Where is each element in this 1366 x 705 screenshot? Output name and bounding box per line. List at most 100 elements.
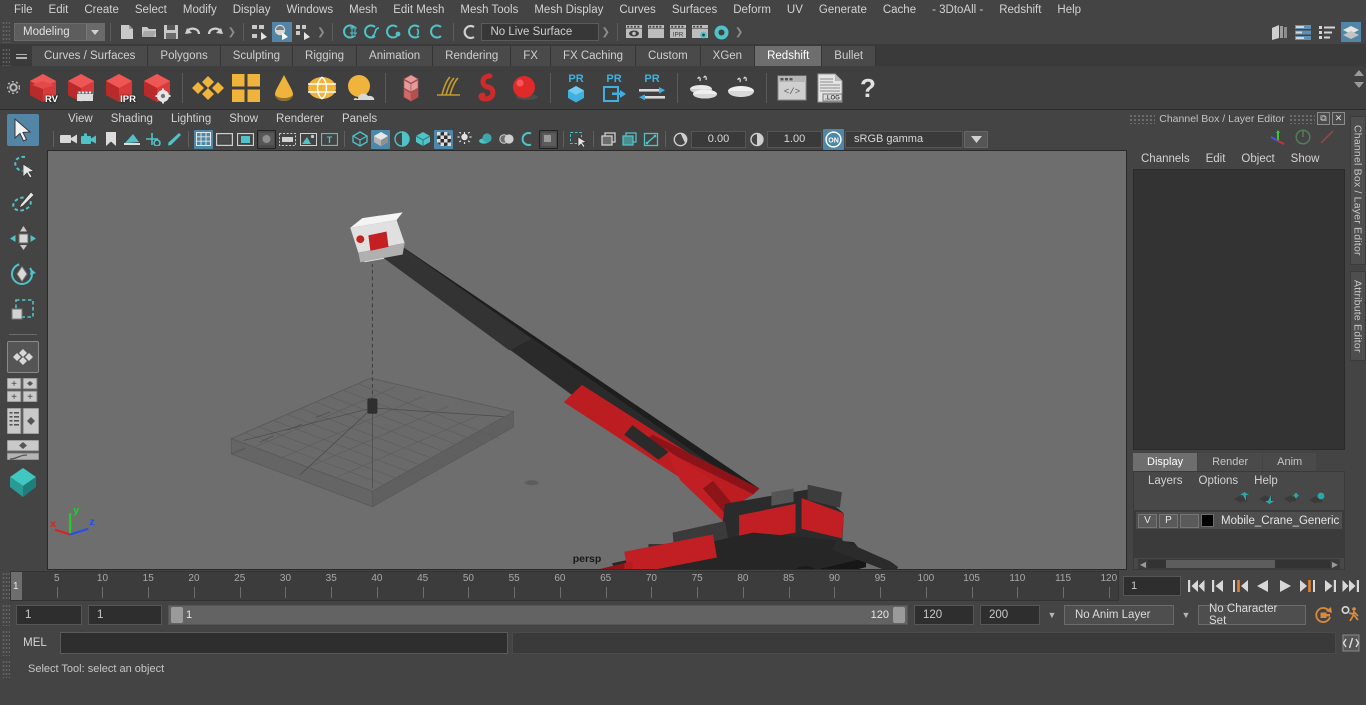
undock-icon[interactable]: ⧉ <box>1317 112 1330 125</box>
depth-of-field-icon[interactable] <box>539 129 558 149</box>
select-camera-icon[interactable] <box>59 130 78 149</box>
script-editor-icon[interactable] <box>1340 632 1362 654</box>
menu-item-mesh-tools[interactable]: Mesh Tools <box>452 0 526 20</box>
shelf-button-redshift-proxy[interactable] <box>189 68 227 108</box>
range-start-time-field[interactable]: 1 <box>88 605 162 625</box>
layer-color-swatch[interactable] <box>1201 514 1214 527</box>
two-d-pan-zoom-icon[interactable] <box>143 130 162 149</box>
shelf-button-redshift-volume[interactable] <box>392 68 430 108</box>
shelf-button-redshift-sky[interactable] <box>341 68 379 108</box>
xray-toggle-icon[interactable] <box>599 130 618 149</box>
viewport-menu-show[interactable]: Show <box>220 110 267 128</box>
help-line-grip[interactable] <box>2 660 10 678</box>
shelf-menu-icon[interactable] <box>10 46 32 66</box>
resolution-gate-icon[interactable] <box>236 130 255 149</box>
gamma-icon[interactable] <box>747 130 766 149</box>
select-by-component-type-icon[interactable] <box>294 22 314 42</box>
shelf-button-redshift-bake-set[interactable] <box>684 68 722 108</box>
layer-name[interactable]: Mobile_Crane_Generic <box>1216 515 1339 527</box>
channel-box-menu-edit[interactable]: Edit <box>1198 153 1234 165</box>
shelf-tab-polygons[interactable]: Polygons <box>148 46 221 66</box>
command-input-field[interactable] <box>60 632 508 654</box>
xray-text-icon[interactable]: T <box>320 130 339 149</box>
transform-axis-icon[interactable] <box>1269 129 1287 148</box>
tab-display-layers[interactable]: Display <box>1133 453 1198 471</box>
shelf-tab-rigging[interactable]: Rigging <box>293 46 358 66</box>
layer-horizontal-scrollbar[interactable]: ◀ ▶ <box>1138 559 1340 569</box>
command-output-field[interactable] <box>512 632 1336 654</box>
vertical-tab-attribute-editor[interactable]: Attribute Editor <box>1349 270 1366 362</box>
play-forwards-button[interactable] <box>1275 577 1294 596</box>
anim-layer-dropdown-icon[interactable]: ▼ <box>1046 610 1058 620</box>
scroll-left-icon[interactable]: ◀ <box>1138 560 1148 569</box>
layer-shading-toggle[interactable] <box>1180 513 1199 528</box>
render-settings-icon[interactable] <box>690 22 710 42</box>
shelf-options-gear-icon[interactable] <box>2 67 24 109</box>
smooth-shade-all-icon[interactable] <box>371 129 390 149</box>
shelf-tab-custom[interactable]: Custom <box>636 46 701 66</box>
snap-to-projected-center-icon[interactable] <box>405 22 425 42</box>
image-gate-icon[interactable] <box>299 130 318 149</box>
sidebar-toggle-icon[interactable] <box>1269 22 1289 42</box>
layout-persp-graph-button[interactable] <box>6 439 39 461</box>
channel-box-toggle-icon[interactable] <box>1317 22 1337 42</box>
menu-item-file[interactable]: File <box>6 0 41 20</box>
color-space-field[interactable]: sRGB gamma <box>845 130 963 148</box>
layout-four-view-button[interactable]: + + + <box>6 377 39 403</box>
move-layer-up-icon[interactable] <box>1234 492 1251 508</box>
layer-menu-options[interactable]: Options <box>1191 475 1247 487</box>
collapse-arrow-icon[interactable]: ❯ <box>315 27 327 38</box>
time-slider-grip[interactable] <box>2 572 10 600</box>
range-end-time-field[interactable]: 120 <box>914 605 974 625</box>
menu-item-modify[interactable]: Modify <box>175 0 225 20</box>
range-slider-grip[interactable] <box>2 604 10 626</box>
exposure-value-field[interactable]: 0.00 <box>691 130 746 148</box>
menu-item-deform[interactable]: Deform <box>725 0 779 20</box>
live-surface-field[interactable]: No Live Surface <box>481 23 600 41</box>
menu-item-help[interactable]: Help <box>1049 0 1089 20</box>
scale-tool-button[interactable] <box>7 294 39 326</box>
menu-item-mesh[interactable]: Mesh <box>341 0 385 20</box>
current-time-indicator[interactable]: 1 <box>11 572 22 600</box>
shelf-scroll-up-icon[interactable] <box>1354 70 1364 76</box>
exposure-toggle-icon[interactable] <box>278 130 297 149</box>
snap-to-grid-icon[interactable] <box>339 22 359 42</box>
layout-last-tool-button[interactable] <box>6 341 39 373</box>
step-back-key-button[interactable] <box>1209 577 1228 596</box>
use-all-lights-icon[interactable] <box>434 129 453 149</box>
paint-select-tool-button[interactable] <box>7 186 39 218</box>
vertical-tab-channel-box[interactable]: Channel Box / Layer Editor <box>1349 116 1366 265</box>
wireframe-shading-icon[interactable] <box>350 130 369 149</box>
animation-preferences-icon[interactable] <box>1340 604 1362 626</box>
menu-item-mesh-display[interactable]: Mesh Display <box>526 0 611 20</box>
xray-active-components-icon[interactable] <box>641 130 660 149</box>
attribute-editor-toggle-icon[interactable] <box>1293 22 1313 42</box>
shelf-button-redshift-script-editor[interactable]: </> <box>773 68 811 108</box>
select-tool-button[interactable] <box>6 114 39 146</box>
menu-item-curves[interactable]: Curves <box>611 0 663 20</box>
menu-item-redshift[interactable]: Redshift <box>991 0 1049 20</box>
isolate-select-icon[interactable] <box>569 130 588 149</box>
scrollbar-thumb[interactable] <box>1166 560 1276 568</box>
character-set-dropdown-icon[interactable]: ▼ <box>1180 610 1192 620</box>
channel-box-menu-show[interactable]: Show <box>1283 153 1328 165</box>
shelf-button-redshift-log[interactable]: .LOG <box>811 68 849 108</box>
color-space-dropdown-icon[interactable] <box>964 130 988 148</box>
hypershade-icon[interactable] <box>712 22 732 42</box>
menu-item-select[interactable]: Select <box>127 0 175 20</box>
shelf-tab-redshift[interactable]: Redshift <box>755 46 823 66</box>
step-forward-frame-button[interactable] <box>1297 577 1316 596</box>
select-by-object-type-icon[interactable] <box>272 22 293 42</box>
command-line-grip[interactable] <box>2 630 10 656</box>
create-new-layer-icon[interactable] <box>1284 492 1301 508</box>
menu-item-windows[interactable]: Windows <box>278 0 341 20</box>
close-icon[interactable]: ✕ <box>1332 112 1345 125</box>
shelf-tab-bullet[interactable]: Bullet <box>822 46 877 66</box>
viewport-menu-panels[interactable]: Panels <box>333 110 386 128</box>
collapse-arrow-icon[interactable]: ❯ <box>733 27 745 38</box>
textured-mode-icon[interactable] <box>413 130 432 149</box>
layer-row[interactable]: V P Mobile_Crane_Generic <box>1136 512 1342 529</box>
create-layer-from-selected-icon[interactable] <box>1309 492 1326 508</box>
shelf-tab-sculpting[interactable]: Sculpting <box>220 46 294 66</box>
perspective-viewport[interactable]: y x z persp <box>47 150 1127 570</box>
